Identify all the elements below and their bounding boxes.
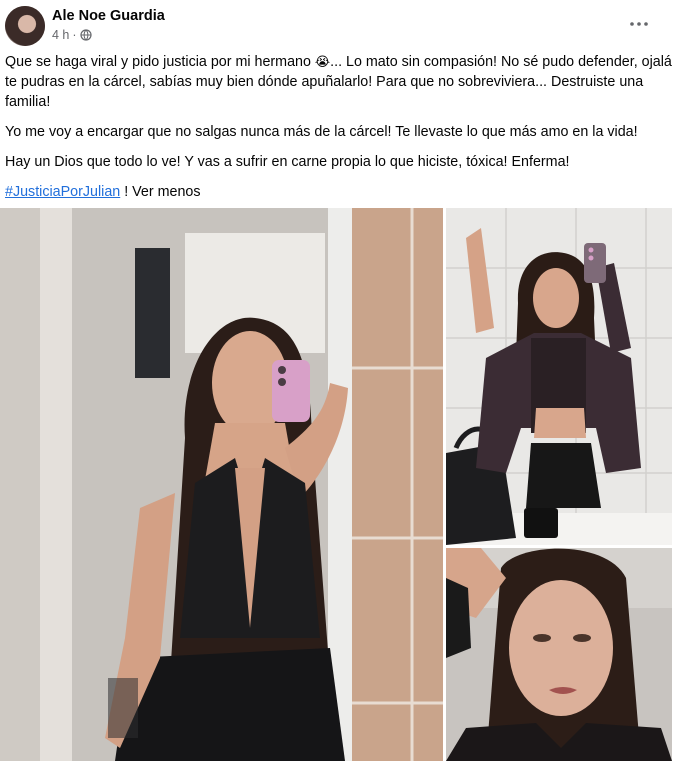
post-text: Que se haga viral y pido justicia por mi… [5,52,687,212]
hashtag-link[interactable]: #JusticiaPorJulian [5,184,120,200]
post-paragraph-3: Hay un Dios que todo lo ve! Y vas a sufr… [5,154,570,170]
post-paragraph-1: Que se haga viral y pido justicia por mi… [5,54,672,110]
author-name[interactable]: Ale Noe Guardia [52,8,165,24]
see-less-link[interactable]: Ver menos [132,184,200,200]
post-meta: 4 h · [52,28,92,42]
more-horizontal-icon[interactable] [625,10,653,38]
timestamp[interactable]: 4 h [52,28,69,42]
post-photo-bottom-right[interactable] [446,548,672,761]
avatar[interactable] [5,6,45,46]
post-photo-main[interactable] [0,208,443,761]
post-photo-top-right[interactable] [446,208,672,545]
post-paragraph-2: Yo me voy a encargar que no salgas nunca… [5,124,638,140]
crying-emoji-icon: 😭 [314,54,331,69]
facebook-post: Ale Noe Guardia 4 h · Que se haga viral … [0,0,695,761]
post-header: Ale Noe Guardia 4 h · [0,0,695,50]
globe-icon [79,29,92,41]
post-hashtag-line: #JusticiaPorJulian ! Ver menos [5,184,201,200]
meta-separator: · [72,28,77,42]
